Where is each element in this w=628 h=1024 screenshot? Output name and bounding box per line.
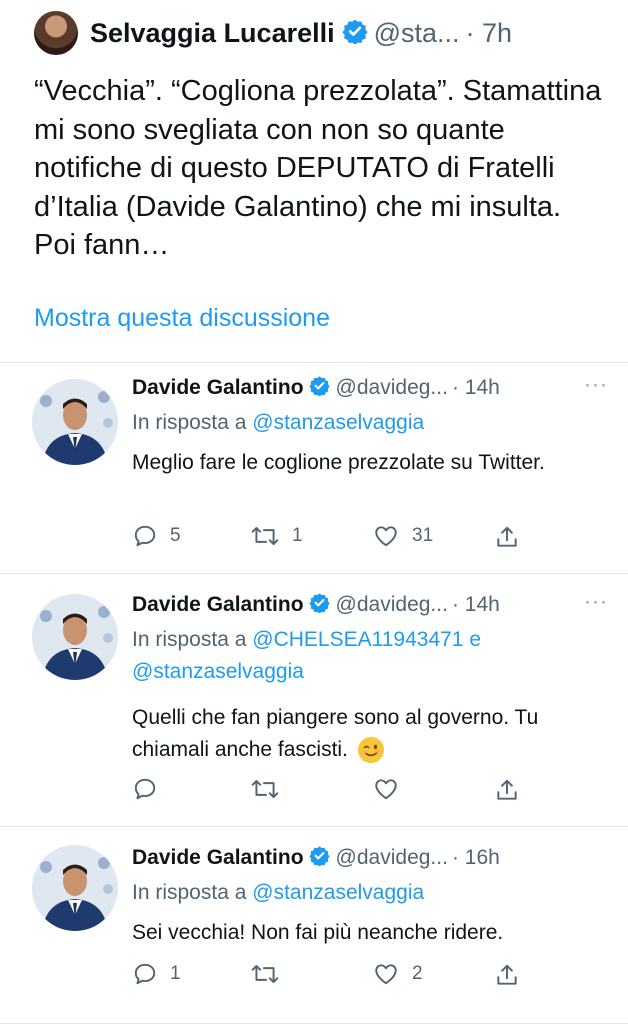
reply-count: 5: [170, 525, 181, 546]
reply-to-label: In risposta a: [132, 411, 247, 434]
reply-button[interactable]: 5: [132, 523, 181, 549]
avatar[interactable]: [32, 594, 118, 680]
author-handle[interactable]: @sta...: [374, 18, 460, 49]
like-icon: [375, 779, 397, 800]
retweet-icon: [251, 780, 279, 798]
more-icon[interactable]: ···: [584, 373, 608, 397]
reply-to-label: In risposta a: [132, 628, 247, 651]
reply-tweet[interactable]: Davide Galantino @davideg... · 16h In ri…: [0, 827, 628, 1024]
tweet-text: “Vecchia”. “Cogliona prezzolata”. Stamat…: [34, 75, 602, 261]
share-button[interactable]: [494, 523, 520, 551]
wink-emoji-icon: [357, 737, 384, 764]
reply-tweet[interactable]: Davide Galantino @davideg... · 14h ··· I…: [0, 574, 628, 827]
avatar[interactable]: [34, 11, 78, 55]
author-handle[interactable]: @davideg...: [336, 593, 448, 617]
tweet-time[interactable]: · 7h: [466, 18, 513, 49]
tweet-text: Sei vecchia! Non fai più neanche ridere.: [132, 921, 504, 944]
reply-to-label: In risposta a: [132, 881, 247, 904]
reply-icon: [134, 963, 156, 985]
tweet-actions: 1 2: [132, 961, 532, 991]
verified-badge-icon: [308, 592, 330, 618]
tweet-text-body: Quelli che fan piangere sono al governo.…: [132, 706, 539, 761]
tweet-text: Meglio fare le coglione prezzolate su Tw…: [132, 451, 545, 474]
share-icon: [497, 526, 517, 547]
mention-link[interactable]: @stanzaselvaggia: [252, 881, 424, 904]
share-button[interactable]: [494, 776, 520, 804]
reply-context: In risposta a @stanzaselvaggia: [132, 407, 608, 439]
like-button[interactable]: [372, 776, 412, 802]
tweet-text: Quelli che fan piangere sono al governo.…: [132, 702, 602, 766]
like-count: 2: [412, 963, 423, 984]
reply-context: In risposta a @stanzaselvaggia: [132, 877, 608, 909]
verified-badge-icon: [342, 18, 368, 49]
retweet-count: 1: [292, 525, 303, 546]
reply-icon: [134, 525, 156, 547]
tweet-time[interactable]: · 16h: [452, 846, 500, 870]
thread-view: Selvaggia Lucarelli @sta... · 7h “Vecchi…: [0, 0, 628, 1024]
tweet-actions: 5 1 31: [132, 523, 532, 553]
author-name[interactable]: Selvaggia Lucarelli: [90, 18, 335, 49]
retweet-icon: [251, 527, 279, 545]
retweet-icon: [251, 965, 279, 983]
author-name[interactable]: Davide Galantino: [132, 376, 304, 400]
retweet-button[interactable]: [250, 961, 292, 987]
retweet-button[interactable]: [250, 776, 292, 802]
author-name[interactable]: Davide Galantino: [132, 593, 304, 617]
show-thread-link[interactable]: Mostra questa discussione: [34, 304, 330, 333]
reply-context: In risposta a @CHELSEA11943471 e @stanza…: [132, 624, 608, 688]
like-count: 31: [412, 525, 434, 546]
mention-link[interactable]: @stanzaselvaggia: [132, 660, 304, 683]
share-icon: [497, 964, 517, 985]
like-button[interactable]: 2: [372, 961, 423, 987]
mention-link[interactable]: @stanzaselvaggia: [252, 411, 424, 434]
reply-tweet[interactable]: Davide Galantino @davideg... · 14h ··· I…: [0, 363, 628, 574]
share-icon: [497, 779, 517, 800]
reply-button[interactable]: [132, 776, 170, 802]
author-name[interactable]: Davide Galantino: [132, 846, 304, 870]
share-button[interactable]: [494, 961, 520, 989]
avatar[interactable]: [32, 379, 118, 465]
like-button[interactable]: 31: [372, 523, 433, 549]
author-handle[interactable]: @davideg...: [336, 376, 448, 400]
tweet-time[interactable]: · 14h: [452, 376, 500, 400]
retweet-button[interactable]: 1: [250, 523, 303, 549]
reply-count: 1: [170, 963, 181, 984]
avatar[interactable]: [32, 845, 118, 931]
like-icon: [375, 964, 397, 985]
mention-link[interactable]: @CHELSEA11943471 e: [252, 628, 481, 651]
verified-badge-icon: [308, 845, 330, 871]
tweet-actions: [132, 776, 532, 806]
author-handle[interactable]: @davideg...: [336, 846, 448, 870]
main-tweet-header: Selvaggia Lucarelli @sta... · 7h: [34, 10, 512, 56]
reply-button[interactable]: 1: [132, 961, 181, 987]
reply-icon: [134, 778, 156, 800]
more-icon[interactable]: ···: [584, 590, 608, 614]
main-tweet[interactable]: Selvaggia Lucarelli @sta... · 7h “Vecchi…: [0, 0, 628, 363]
verified-badge-icon: [308, 375, 330, 401]
tweet-time[interactable]: · 14h: [452, 593, 500, 617]
like-icon: [375, 526, 397, 547]
